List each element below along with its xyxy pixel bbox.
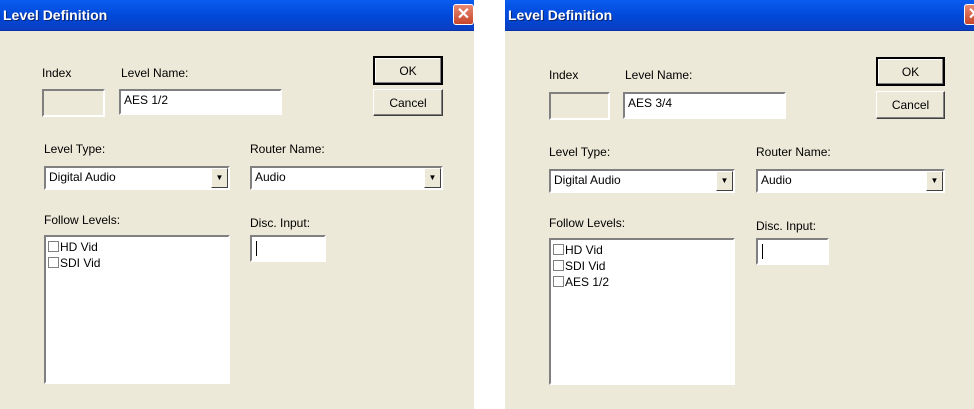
follow-levels-list[interactable]: HD Vid SDI Vid — [44, 235, 230, 384]
index-label: Index — [549, 68, 579, 82]
chevron-down-icon: ▼ — [428, 173, 437, 182]
ok-button[interactable]: OK — [373, 56, 443, 85]
follow-levels-label: Follow Levels: — [549, 216, 626, 230]
index-label: Index — [42, 66, 72, 80]
level-definition-dialog: Level Definition ✕ Index Level Name: AES… — [0, 0, 474, 409]
title-bar[interactable]: Level Definition ✕ — [0, 0, 474, 31]
checkbox-icon[interactable] — [553, 244, 564, 255]
chevron-down-icon: ▼ — [720, 176, 729, 185]
text-caret — [762, 244, 763, 259]
level-type-label: Level Type: — [44, 142, 106, 156]
level-type-select[interactable]: Digital Audio ▼ — [44, 166, 230, 190]
follow-levels-label: Follow Levels: — [44, 213, 121, 227]
close-icon: ✕ — [456, 6, 471, 23]
chevron-down-icon: ▼ — [215, 173, 224, 182]
title-bar[interactable]: Level Definition ✕ — [505, 0, 974, 31]
router-name-dropdown-button[interactable]: ▼ — [926, 171, 943, 191]
close-button[interactable]: ✕ — [964, 4, 974, 25]
checkbox-icon[interactable] — [553, 260, 564, 271]
cancel-button[interactable]: Cancel — [876, 91, 945, 119]
ok-button[interactable]: OK — [876, 57, 945, 86]
level-definition-dialog: Level Definition ✕ Index Level Name: AES… — [505, 0, 974, 409]
router-name-label: Router Name: — [756, 145, 831, 159]
close-button[interactable]: ✕ — [453, 4, 474, 25]
level-type-dropdown-button[interactable]: ▼ — [211, 168, 228, 188]
disc-input-field[interactable] — [756, 238, 829, 265]
index-field — [549, 92, 610, 120]
level-name-input[interactable]: AES 1/2 — [119, 89, 282, 115]
checkbox-icon[interactable] — [553, 276, 564, 287]
level-name-label: Level Name: — [625, 68, 693, 82]
disc-input-label: Disc. Input: — [250, 216, 311, 230]
close-icon: ✕ — [965, 5, 974, 24]
follow-levels-list[interactable]: HD Vid SDI Vid AES 1/2 — [549, 238, 735, 385]
level-name-input[interactable]: AES 3/4 — [623, 92, 786, 119]
level-type-select[interactable]: Digital Audio ▼ — [549, 169, 735, 193]
checkbox-icon[interactable] — [48, 257, 59, 268]
dialog-title: Level Definition — [3, 7, 108, 23]
router-name-select[interactable]: Audio ▼ — [756, 169, 945, 193]
index-field — [42, 89, 105, 117]
router-name-select[interactable]: Audio ▼ — [250, 166, 443, 190]
router-name-label: Router Name: — [250, 142, 325, 156]
level-type-label: Level Type: — [549, 145, 611, 159]
level-name-label: Level Name: — [121, 66, 189, 80]
router-name-dropdown-button[interactable]: ▼ — [424, 168, 441, 188]
cancel-button[interactable]: Cancel — [373, 89, 443, 116]
dialog-title: Level Definition — [508, 7, 613, 23]
chevron-down-icon: ▼ — [930, 176, 939, 185]
disc-input-label: Disc. Input: — [756, 219, 817, 233]
text-caret — [256, 241, 257, 256]
disc-input-field[interactable] — [250, 235, 326, 262]
level-type-dropdown-button[interactable]: ▼ — [716, 171, 733, 191]
checkbox-icon[interactable] — [48, 241, 59, 252]
